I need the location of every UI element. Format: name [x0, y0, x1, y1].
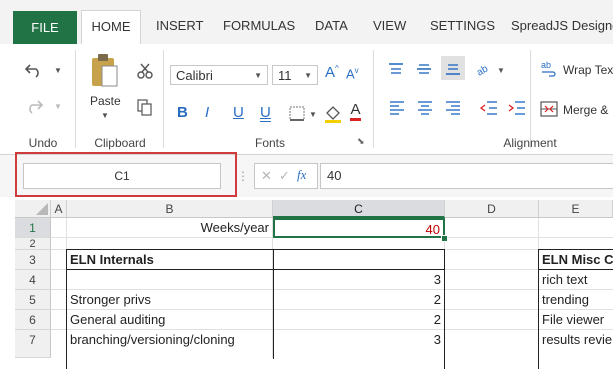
align-bottom-button[interactable] [441, 56, 465, 80]
align-top-icon[interactable] [388, 62, 404, 76]
undo-icon[interactable] [24, 62, 44, 78]
cell-b1[interactable]: Weeks/year [67, 218, 272, 238]
paste-icon[interactable] [89, 52, 119, 88]
merge-icon[interactable] [540, 101, 558, 117]
group-divider [163, 50, 164, 148]
font-size-select[interactable]: 11 ▼ [272, 65, 318, 85]
paste-label[interactable]: Paste [90, 94, 121, 108]
row-header-1[interactable]: 1 [15, 218, 51, 238]
cell-e6[interactable]: File viewer [539, 310, 613, 330]
splitter-handle[interactable]: ⋮ [237, 169, 249, 183]
double-underline-button[interactable]: U [260, 104, 271, 121]
row-header-4[interactable]: 4 [15, 270, 51, 290]
insert-function-button[interactable]: fx [297, 167, 306, 183]
cell-c6[interactable]: 2 [274, 310, 444, 330]
align-right-icon[interactable] [445, 100, 461, 116]
row-header-6[interactable]: 6 [15, 310, 51, 330]
clipboard-group-label: Clipboard [94, 136, 146, 150]
orientation-dropdown-icon[interactable]: ▼ [497, 66, 505, 75]
fill-handle[interactable] [441, 235, 448, 242]
font-size-value: 11 [278, 68, 292, 83]
group-divider [75, 50, 76, 148]
name-box-highlight [15, 152, 237, 197]
font-name-value: Calibri [176, 68, 213, 83]
paste-dropdown-icon[interactable]: ▼ [101, 111, 109, 120]
row-header-2[interactable]: 2 [15, 238, 51, 250]
font-name-select[interactable]: Calibri ▼ [170, 65, 268, 85]
tab-formulas[interactable]: FORMULAS [223, 10, 295, 42]
redo-dropdown-icon[interactable]: ▼ [54, 102, 62, 111]
cell-c4[interactable]: 3 [274, 270, 444, 290]
increase-font-icon[interactable]: A^ [325, 64, 339, 81]
cell-b3[interactable]: ELN Internals [67, 250, 272, 270]
row-header-5[interactable]: 5 [15, 290, 51, 310]
column-header-c[interactable]: C [273, 200, 445, 218]
chevron-down-icon: ▼ [304, 71, 312, 80]
column-header-a[interactable]: A [51, 200, 67, 218]
orientation-icon[interactable]: ab [475, 61, 493, 77]
wrap-text-icon[interactable]: ab [540, 60, 558, 78]
row-header-7[interactable]: 7 [15, 330, 51, 358]
tab-data[interactable]: DATA [315, 10, 348, 42]
column-header-b[interactable]: B [67, 200, 273, 218]
tab-file[interactable]: FILE [13, 11, 77, 44]
cell-e3[interactable]: ELN Misc Co [539, 250, 613, 270]
align-center-icon[interactable] [417, 100, 433, 116]
tab-spreadjs-designer[interactable]: SpreadJS Designe [511, 10, 613, 42]
align-left-icon[interactable] [389, 100, 405, 116]
decrease-font-icon[interactable]: Av [346, 66, 359, 81]
tab-home[interactable]: HOME [81, 10, 141, 45]
bold-button[interactable]: B [177, 104, 188, 121]
ribbon-tab-strip: FILE HOME INSERT FORMULAS DATA VIEW SETT… [0, 0, 613, 45]
redo-icon[interactable] [24, 98, 44, 114]
decrease-indent-icon[interactable] [480, 100, 498, 116]
undo-group-label: Undo [28, 136, 58, 150]
column-header-e[interactable]: E [539, 200, 613, 218]
enter-icon[interactable]: ✓ [279, 168, 290, 184]
cell-c7[interactable]: 3 [274, 330, 444, 350]
fonts-group-label: Fonts [254, 136, 285, 150]
cell-c1-selected[interactable]: 40 [273, 218, 445, 238]
alignment-group-label: Alignment [503, 136, 557, 150]
svg-text:ab: ab [475, 63, 490, 77]
row-header-3[interactable]: 3 [15, 250, 51, 270]
align-bottom-icon [446, 64, 460, 75]
align-middle-icon[interactable] [416, 62, 432, 76]
cell-b6[interactable]: General auditing [67, 310, 272, 330]
dialog-launcher-icon[interactable]: ⬊ [357, 136, 365, 147]
ribbon-home: ▼ ▼ Undo Paste ▼ Clipboard Calibri ▼ 11 … [0, 44, 613, 155]
fill-color-icon[interactable] [324, 104, 342, 124]
cut-icon[interactable] [136, 62, 154, 80]
italic-button[interactable]: I [205, 104, 209, 121]
cell-e5[interactable]: trending [539, 290, 613, 310]
formula-buttons: ✕ ✓ fx [254, 163, 318, 189]
group-divider [530, 50, 531, 148]
wrap-text-button[interactable]: Wrap Text [563, 63, 613, 77]
cell-e7[interactable]: results revie [539, 330, 613, 350]
cell-e4[interactable]: rich text [539, 270, 613, 290]
cell-b7[interactable]: branching/versioning/cloning [67, 330, 272, 350]
copy-icon[interactable] [137, 99, 153, 117]
spreadsheet-grid[interactable]: A B C D E 1 2 3 4 5 6 7 Weeks/year 40 EL… [0, 200, 613, 369]
border-icon[interactable] [289, 106, 307, 122]
font-color-button[interactable]: A [350, 102, 361, 121]
merge-button[interactable]: Merge & [563, 103, 608, 117]
select-all-corner[interactable] [15, 200, 51, 218]
underline-button[interactable]: U [233, 104, 244, 121]
increase-indent-icon[interactable] [508, 100, 526, 116]
cell-c5[interactable]: 2 [274, 290, 444, 310]
corner-triangle-icon [36, 203, 48, 215]
tab-view[interactable]: VIEW [373, 10, 406, 42]
group-divider [373, 50, 374, 148]
undo-dropdown-icon[interactable]: ▼ [54, 66, 62, 75]
formula-input[interactable]: 40 [320, 163, 613, 189]
chevron-down-icon: ▼ [254, 71, 262, 80]
cell-b5[interactable]: Stronger privs [67, 290, 272, 310]
cancel-icon[interactable]: ✕ [261, 168, 272, 184]
column-header-d[interactable]: D [445, 200, 539, 218]
tab-settings[interactable]: SETTINGS [430, 10, 495, 42]
svg-text:ab: ab [541, 60, 551, 70]
border-dropdown-icon[interactable]: ▼ [309, 110, 317, 119]
tab-insert[interactable]: INSERT [156, 10, 203, 42]
